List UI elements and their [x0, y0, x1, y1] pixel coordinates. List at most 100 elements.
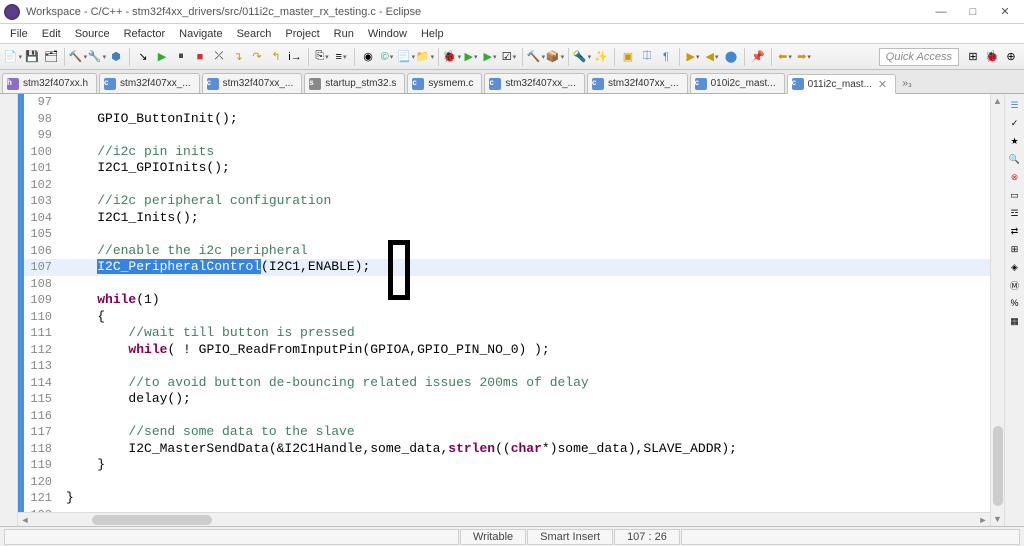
- save-all-icon[interactable]: 🗂: [42, 48, 60, 66]
- outline-icon[interactable]: ☰: [1008, 98, 1022, 112]
- vertical-scrollbar[interactable]: ▲ ▼: [990, 94, 1004, 526]
- breakpoint-icon[interactable]: ⬤: [722, 48, 740, 66]
- macro-expansion-icon[interactable]: Ⓜ: [1008, 278, 1022, 292]
- code-scroll[interactable]: 9798 GPIO_ButtonInit();99100 //i2c pin i…: [18, 94, 990, 512]
- code-line[interactable]: 107 I2C_PeripheralControl(I2C1,ENABLE);: [18, 259, 990, 276]
- code-text[interactable]: [60, 177, 990, 194]
- code-text[interactable]: [60, 127, 990, 144]
- pin-icon[interactable]: 📌: [749, 48, 767, 66]
- code-line[interactable]: 109 while(1): [18, 292, 990, 309]
- toggle-mark-icon[interactable]: ▣: [619, 48, 637, 66]
- code-text[interactable]: [60, 358, 990, 375]
- code-line[interactable]: 114 //to avoid button de-bouncing relate…: [18, 375, 990, 392]
- code-line[interactable]: 110 {: [18, 309, 990, 326]
- code-text[interactable]: [60, 276, 990, 293]
- save-icon[interactable]: 💾: [23, 48, 41, 66]
- step-over-icon[interactable]: ↷: [248, 48, 266, 66]
- code-line[interactable]: 105: [18, 226, 990, 243]
- tab-overflow-icon[interactable]: »₃: [898, 73, 916, 93]
- menu-help[interactable]: Help: [415, 26, 450, 42]
- code-text[interactable]: {: [60, 309, 990, 326]
- editor-tab[interactable]: c011i2c_mast...✕: [787, 74, 897, 94]
- code-text[interactable]: }: [60, 490, 990, 507]
- menu-run[interactable]: Run: [328, 26, 360, 42]
- build-config-icon[interactable]: 🔧: [88, 48, 106, 66]
- scroll-up-icon[interactable]: ▲: [991, 94, 1005, 108]
- nav-forward-icon[interactable]: ➡: [795, 48, 813, 66]
- instruction-step-icon[interactable]: i→: [286, 48, 304, 66]
- left-marker-bar[interactable]: [0, 94, 18, 526]
- step-return-icon[interactable]: ↰: [267, 48, 285, 66]
- editor-tab[interactable]: cstm32f407xx_...: [484, 73, 585, 93]
- code-text[interactable]: [60, 474, 990, 491]
- close-button[interactable]: ✕: [990, 2, 1020, 22]
- scroll-right-icon[interactable]: ►: [976, 513, 990, 527]
- quick-access-field[interactable]: Quick Access: [879, 48, 959, 66]
- wand-icon[interactable]: ✨: [592, 48, 610, 66]
- code-line[interactable]: 111 //wait till button is pressed: [18, 325, 990, 342]
- toggle-whitespace-icon[interactable]: ¶: [657, 48, 675, 66]
- code-line[interactable]: 102: [18, 177, 990, 194]
- menu-window[interactable]: Window: [362, 26, 413, 42]
- code-line[interactable]: 99: [18, 127, 990, 144]
- editor-tab[interactable]: sstartup_stm32.s: [304, 73, 405, 93]
- code-text[interactable]: [60, 507, 990, 513]
- menu-project[interactable]: Project: [279, 26, 325, 42]
- problems-icon[interactable]: ⊗: [1008, 170, 1022, 184]
- minimize-button[interactable]: —: [926, 2, 956, 22]
- resume-icon[interactable]: ▶: [153, 48, 171, 66]
- step-into-icon[interactable]: ↴: [229, 48, 247, 66]
- suspend-icon[interactable]: ⏸: [172, 48, 190, 66]
- code-text[interactable]: //i2c peripheral configuration: [60, 193, 990, 210]
- code-text[interactable]: [60, 226, 990, 243]
- code-line[interactable]: 112 while( ! GPIO_ReadFromInputPin(GPIOA…: [18, 342, 990, 359]
- launch-config-icon[interactable]: 🔨: [527, 48, 545, 66]
- menu-search[interactable]: Search: [231, 26, 278, 42]
- code-line[interactable]: 100 //i2c pin inits: [18, 144, 990, 161]
- scroll-thumb[interactable]: [993, 426, 1003, 506]
- code-line[interactable]: 119 }: [18, 457, 990, 474]
- code-text[interactable]: //send some data to the slave: [60, 424, 990, 441]
- code-line[interactable]: 113: [18, 358, 990, 375]
- memory-icon[interactable]: ▦: [1008, 314, 1022, 328]
- code-text[interactable]: //to avoid button de-bouncing related is…: [60, 375, 990, 392]
- menu-source[interactable]: Source: [69, 26, 116, 42]
- code-line[interactable]: 115 delay();: [18, 391, 990, 408]
- code-text[interactable]: I2C_PeripheralControl(I2C1,ENABLE);: [60, 259, 990, 276]
- coverage-view-icon[interactable]: %: [1008, 296, 1022, 310]
- build-icon[interactable]: 🔨: [69, 48, 87, 66]
- type-hierarchy-icon[interactable]: ◈: [1008, 260, 1022, 274]
- code-text[interactable]: I2C1_GPIOInits();: [60, 160, 990, 177]
- code-text[interactable]: [60, 408, 990, 425]
- prev-annotation-icon[interactable]: ◀: [703, 48, 721, 66]
- include-browser-icon[interactable]: ⊞: [1008, 242, 1022, 256]
- bookmarks-icon[interactable]: ★: [1008, 134, 1022, 148]
- profile-icon[interactable]: ▶: [481, 48, 499, 66]
- maximize-button[interactable]: □: [958, 2, 988, 22]
- editor-tab[interactable]: cstm32f407xx_...: [202, 73, 303, 93]
- editor-tab[interactable]: csysmem.c: [407, 73, 482, 93]
- terminate-icon[interactable]: ■: [191, 48, 209, 66]
- toggle-block-icon[interactable]: ⎅: [638, 48, 656, 66]
- code-line[interactable]: 117 //send some data to the slave: [18, 424, 990, 441]
- search-results-icon[interactable]: 🔍: [1008, 152, 1022, 166]
- code-text[interactable]: delay();: [60, 391, 990, 408]
- code-line[interactable]: 101 I2C1_GPIOInits();: [18, 160, 990, 177]
- launch-mode-icon[interactable]: ⎘: [313, 48, 331, 66]
- code-text[interactable]: I2C_MasterSendData(&I2C1Handle,some_data…: [60, 441, 990, 458]
- code-line[interactable]: 118 I2C_MasterSendData(&I2C1Handle,some_…: [18, 441, 990, 458]
- build-target-icon[interactable]: ⬢: [107, 48, 125, 66]
- search-icon[interactable]: 🔦: [573, 48, 591, 66]
- code-text[interactable]: //enable the i2c peripheral: [60, 243, 990, 260]
- editor-tab[interactable]: c010i2c_mast...: [690, 73, 785, 93]
- build-project-icon[interactable]: 📦: [546, 48, 564, 66]
- code-line[interactable]: 121}: [18, 490, 990, 507]
- new-cpp-class-icon[interactable]: ©: [378, 48, 396, 66]
- scroll-left-icon[interactable]: ◄: [18, 513, 32, 527]
- code-line[interactable]: 120: [18, 474, 990, 491]
- scroll-thumb[interactable]: [92, 515, 212, 525]
- menu-file[interactable]: File: [4, 26, 34, 42]
- code-line[interactable]: 108: [18, 276, 990, 293]
- perspective-debug-icon[interactable]: 🐞: [983, 48, 1001, 66]
- horizontal-scrollbar[interactable]: ◄ ►: [18, 512, 990, 526]
